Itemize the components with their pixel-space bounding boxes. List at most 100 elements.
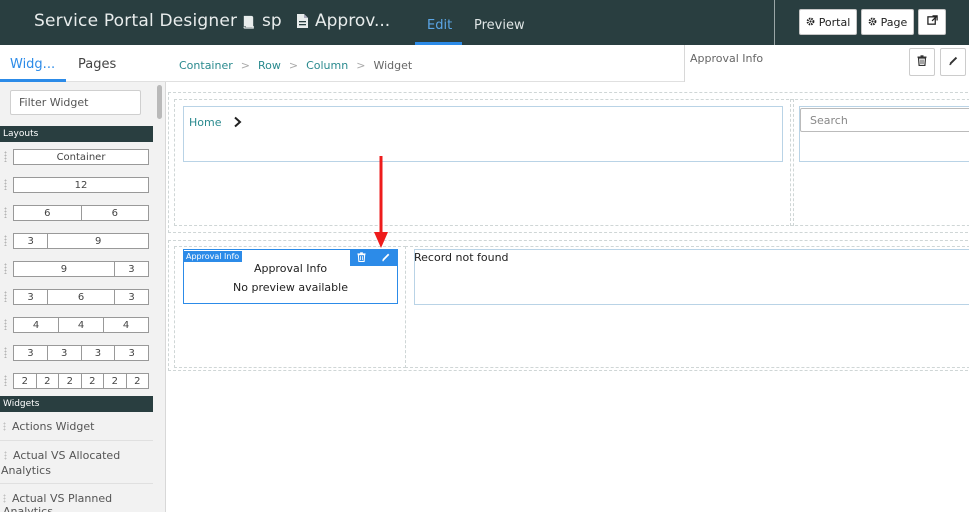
drag-handle-icon [4, 375, 7, 386]
top-bar: Service Portal Designer sp Approv... Edi… [0, 0, 969, 45]
pencil-icon [948, 55, 959, 69]
layout-cell: 3 [128, 263, 135, 275]
top-divider [774, 0, 775, 45]
layout-cell: 3 [48, 346, 82, 360]
widget-item-actual-vs-allocated[interactable]: Actual VS Allocated Analytics [0, 442, 153, 484]
layout-item-container[interactable]: Container [0, 143, 153, 171]
layout-cell: 3 [14, 234, 49, 248]
portal-button[interactable]: Portal [799, 9, 857, 35]
tab-widgets[interactable]: Widg... [10, 57, 55, 72]
page-button[interactable]: Page [861, 9, 914, 35]
breadcrumb-separator: > [356, 59, 366, 72]
layout-cell: 6 [48, 290, 115, 304]
widget-item-label: Actual VS Allocated Analytics [1, 449, 121, 477]
breadcrumb-column[interactable]: Column [306, 59, 348, 72]
widget-item-label: Actual VS Planned Analytics [3, 492, 113, 512]
widget-preview-message: No preview available [233, 281, 348, 294]
layout-preview: 12 [13, 177, 149, 193]
layout-cell: 9 [94, 235, 102, 247]
home-link[interactable]: Home [189, 116, 221, 129]
breadcrumb-current: Widget [373, 59, 413, 72]
book-icon [241, 14, 256, 29]
layout-cell: 3 [14, 346, 48, 360]
layout-item-3-9[interactable]: 39 [0, 227, 153, 255]
chevron-right-icon [233, 116, 242, 131]
widget-name-tag: Approval Info [183, 251, 243, 262]
breadcrumb-widget[interactable] [183, 106, 783, 162]
layout-preview: 363 [13, 289, 149, 305]
layout-cell: 4 [59, 318, 104, 332]
layout-cell: 9 [14, 262, 115, 276]
layout-cell: 4 [122, 319, 130, 331]
layout-item-2-2-2-2-2-2[interactable]: 222222 [0, 367, 153, 395]
layout-cell: 12 [74, 179, 88, 191]
drag-handle-icon [4, 235, 7, 246]
tab-edit[interactable]: Edit [427, 18, 452, 33]
widget-item-actual-vs-planned[interactable]: Actual VS Planned Analytics [0, 485, 153, 512]
layout-preview: 39 [13, 233, 149, 249]
layout-cell: Container [56, 151, 106, 163]
search-input[interactable]: Search [800, 108, 969, 132]
tab-widgets-indicator [0, 79, 66, 82]
layout-cell: 3 [128, 347, 135, 359]
open-external-button[interactable] [918, 9, 946, 35]
layout-cell: 2 [14, 374, 37, 388]
portal-crumb-label: sp [262, 11, 282, 31]
layout-preview: 3333 [13, 345, 149, 361]
layout-cell: 2 [134, 375, 141, 387]
drag-handle-icon [4, 347, 7, 358]
delete-widget-button[interactable] [909, 48, 935, 76]
layout-cell: 3 [14, 290, 48, 304]
portal-crumb[interactable]: sp [241, 11, 282, 31]
widget-title: Approval Info [253, 262, 328, 275]
drag-handle-icon [4, 263, 7, 274]
drag-handle-icon [4, 319, 7, 330]
layout-cell: 3 [82, 346, 116, 360]
layout-preview: Container [13, 149, 149, 165]
page-crumb-label: Approv... [315, 11, 391, 31]
layout-cell: 4 [14, 318, 59, 332]
drag-handle-icon [4, 151, 7, 162]
layout-item-9-3[interactable]: 93 [0, 255, 153, 283]
record-not-found-text: Record not found [414, 251, 509, 264]
drag-handle-icon [3, 494, 6, 503]
layout-cell: 2 [59, 374, 82, 388]
filter-widget-input[interactable] [10, 90, 141, 115]
layout-cell: 2 [82, 374, 104, 388]
portal-button-label: Portal [818, 15, 851, 29]
page-crumb[interactable]: Approv... [296, 11, 390, 31]
widget-item-actions[interactable]: Actions Widget [0, 413, 153, 441]
layout-cell: 2 [104, 374, 127, 388]
tab-pages[interactable]: Pages [78, 57, 116, 72]
layout-item-6-6[interactable]: 66 [0, 199, 153, 227]
breadcrumb: Container > Row > Column > Widget [179, 59, 412, 72]
layout-item-4-4-4[interactable]: 444 [0, 311, 153, 339]
breadcrumb-separator: > [288, 59, 299, 72]
breadcrumb-row[interactable]: Row [258, 59, 281, 72]
layout-preview: 66 [13, 205, 149, 221]
layout-cell: 6 [14, 206, 82, 220]
breadcrumb-container[interactable]: Container [179, 59, 233, 72]
annotation-arrow [374, 156, 388, 248]
layouts-heading: Layouts [0, 126, 153, 142]
drag-handle-icon [4, 291, 7, 302]
tab-preview[interactable]: Preview [474, 18, 525, 33]
page-button-label: Page [880, 15, 908, 29]
breadcrumb-separator: > [240, 59, 250, 72]
widgets-heading: Widgets [0, 396, 153, 412]
layout-cell: 6 [111, 207, 118, 219]
layout-item-12[interactable]: 12 [0, 171, 153, 199]
left-tabs: Widg... Pages [0, 45, 166, 82]
sidebar-scrollbar[interactable] [157, 85, 162, 119]
left-panel: Widg... Pages Layouts Container126639933… [0, 45, 166, 512]
drag-handle-icon [4, 451, 7, 460]
layout-cell: 2 [37, 374, 59, 388]
layout-preview: 222222 [13, 373, 149, 389]
layout-item-3-6-3[interactable]: 363 [0, 283, 153, 311]
edit-widget-button[interactable] [940, 48, 966, 76]
external-link-icon [926, 15, 938, 29]
widget-item-label: Actions Widget [12, 420, 95, 433]
drag-handle-icon [4, 207, 7, 218]
drag-handle-icon [3, 422, 6, 431]
layout-item-3-3-3-3[interactable]: 3333 [0, 339, 153, 367]
